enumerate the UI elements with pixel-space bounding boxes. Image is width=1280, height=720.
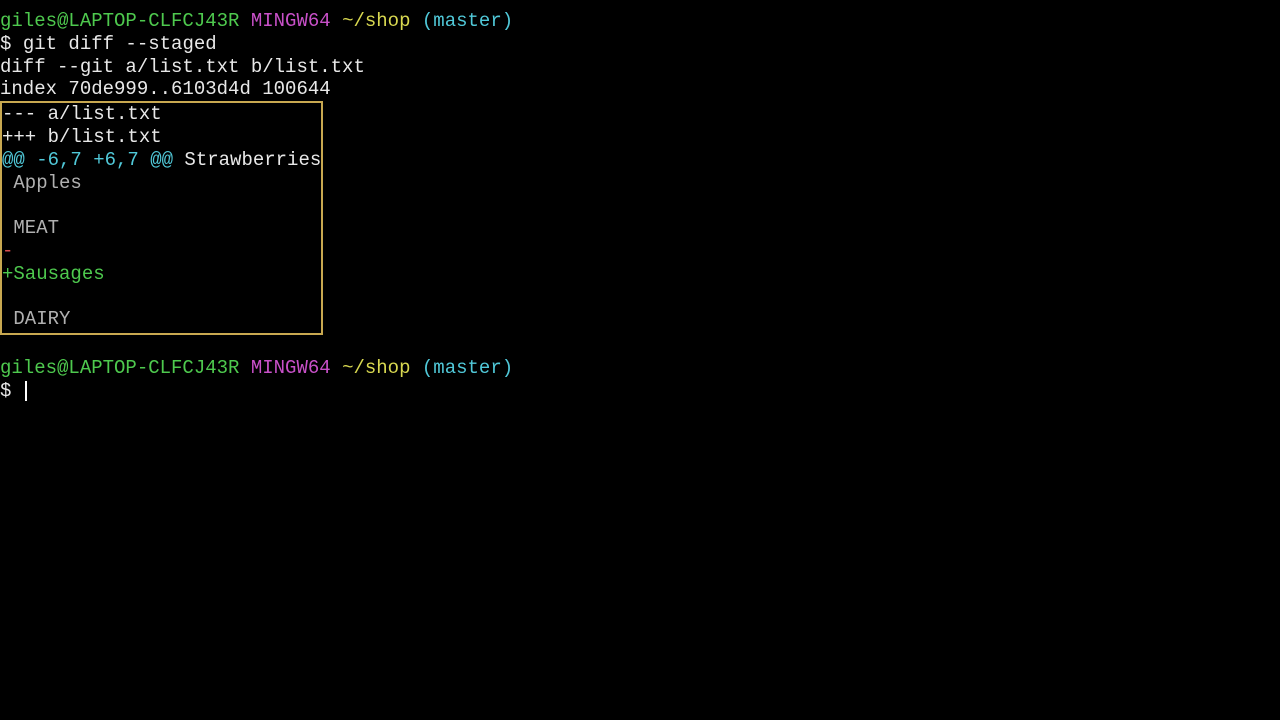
diff-context-2 <box>2 194 321 217</box>
prompt-line-1: giles@LAPTOP-CLFCJ43R MINGW64 ~/shop (ma… <box>0 10 1280 33</box>
diff-hunk: @@ -6,7 +6,7 @@ Strawberries <box>2 149 321 172</box>
diff-header: diff --git a/list.txt b/list.txt <box>0 56 1280 79</box>
diff-context-5: DAIRY <box>2 308 321 331</box>
env-label: MINGW64 <box>239 357 330 379</box>
diff-file-b: +++ b/list.txt <box>2 126 321 149</box>
branch: (master) <box>411 357 514 379</box>
highlight-annotation: --- a/list.txt +++ b/list.txt @@ -6,7 +6… <box>0 101 323 335</box>
path: ~/shop <box>331 357 411 379</box>
terminal-output[interactable]: giles@LAPTOP-CLFCJ43R MINGW64 ~/shop (ma… <box>0 10 1280 403</box>
diff-context-1: Apples <box>2 172 321 195</box>
command-text: git diff --staged <box>23 33 217 55</box>
diff-context-4 <box>2 286 321 309</box>
diff-added: +Sausages <box>2 263 321 286</box>
diff-context-3: MEAT <box>2 217 321 240</box>
prompt-input-line[interactable]: $ <box>0 380 1280 403</box>
user-host: giles@LAPTOP-CLFCJ43R <box>0 10 239 32</box>
prompt-symbol: $ <box>0 380 23 402</box>
diff-removed: - <box>2 240 321 263</box>
cursor <box>25 381 27 401</box>
path: ~/shop <box>331 10 411 32</box>
hunk-context: Strawberries <box>173 149 321 171</box>
user-host: giles@LAPTOP-CLFCJ43R <box>0 357 239 379</box>
prompt-symbol: $ <box>0 33 23 55</box>
prompt-line-2: giles@LAPTOP-CLFCJ43R MINGW64 ~/shop (ma… <box>0 357 1280 380</box>
command-line: $ git diff --staged <box>0 33 1280 56</box>
diff-file-a: --- a/list.txt <box>2 103 321 126</box>
branch: (master) <box>411 10 514 32</box>
blank-line <box>0 335 1280 357</box>
env-label: MINGW64 <box>239 10 330 32</box>
diff-index: index 70de999..6103d4d 100644 <box>0 78 1280 101</box>
hunk-range: @@ -6,7 +6,7 @@ <box>2 149 173 171</box>
